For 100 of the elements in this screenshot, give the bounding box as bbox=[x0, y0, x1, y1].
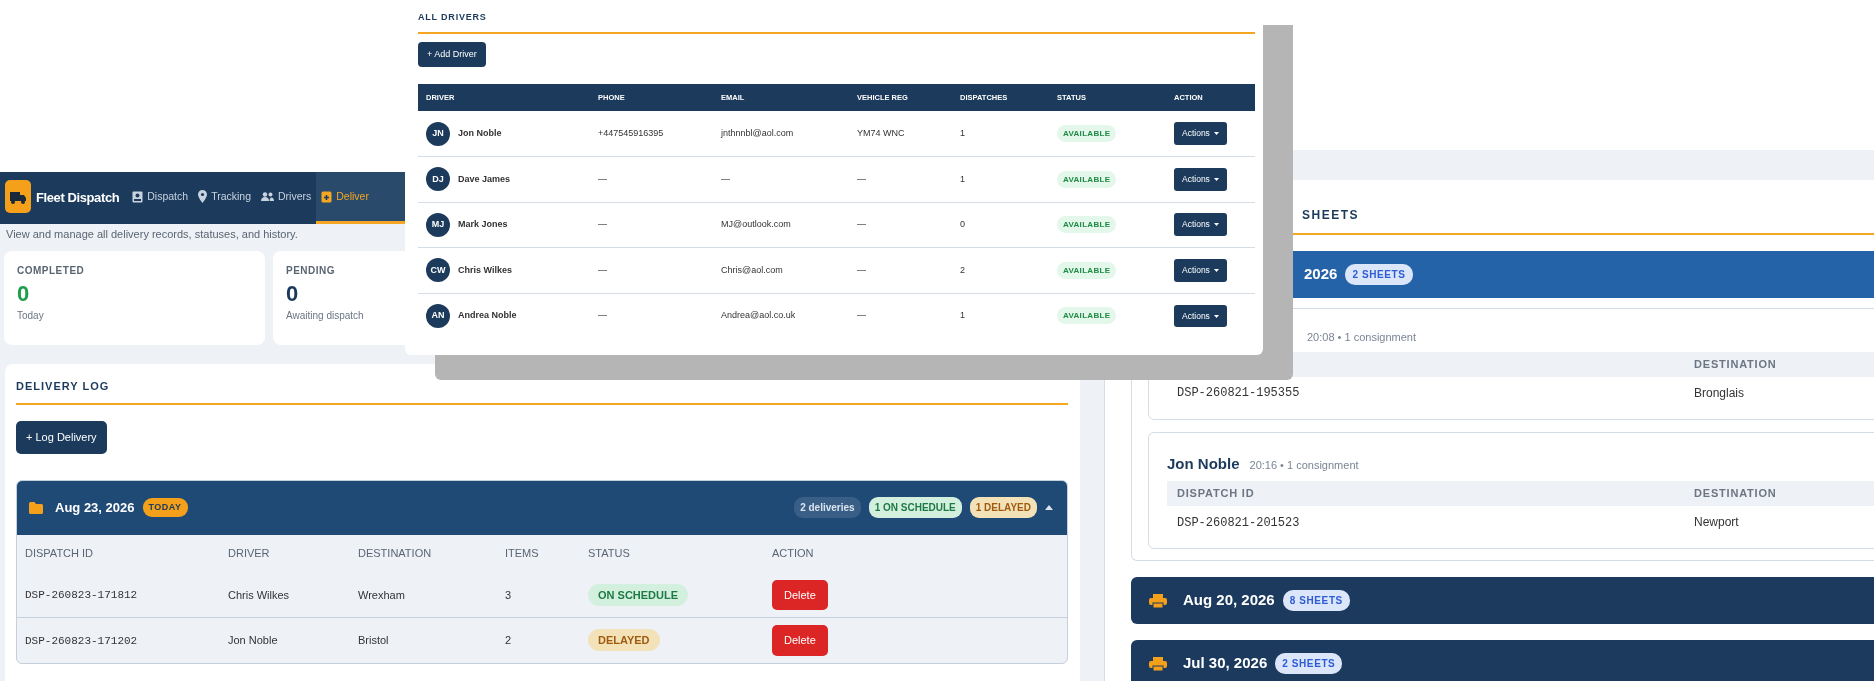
caret-icon bbox=[1213, 132, 1219, 135]
people-icon bbox=[261, 192, 274, 201]
group-date: Aug 20, 2026 bbox=[1183, 590, 1275, 611]
actions-button[interactable]: Actions bbox=[1174, 167, 1227, 191]
group-header[interactable]: Aug 23, 2026 TODAY 2 deliveries 1 ON SCHEDULE 1 DELAYED bbox=[17, 480, 1067, 535]
table-cell: jnthnnbl@aol.com bbox=[721, 127, 794, 138]
section-title: ALL DRIVERS bbox=[418, 0, 1255, 34]
table-cell: Newport bbox=[1694, 515, 1739, 529]
delete-button[interactable]: Delete bbox=[772, 579, 828, 610]
avatar: CW bbox=[426, 258, 450, 283]
today-badge: TODAY bbox=[142, 497, 188, 518]
caret-icon bbox=[1213, 268, 1219, 272]
sheet-count-badge: 8 SHEETS bbox=[1282, 590, 1350, 611]
status-pill: DELAYED bbox=[588, 629, 660, 651]
table-cell: — bbox=[857, 173, 866, 184]
column-header: ACTION bbox=[771, 546, 815, 562]
status-pill: ON SCHEDULE bbox=[588, 583, 689, 606]
status-pill: AVAILABLE bbox=[1057, 307, 1117, 325]
summary-badge: 2 deliveries bbox=[794, 497, 861, 518]
caret-up-icon bbox=[1045, 505, 1053, 510]
group-header[interactable]: Jul 30, 2026 2 SHEETS bbox=[1131, 640, 1874, 681]
status-pill: AVAILABLE bbox=[1057, 124, 1117, 142]
table-cell: 2 bbox=[505, 634, 512, 646]
table-cell: Wrexham bbox=[358, 588, 405, 601]
nav-tab[interactable]: Deliver bbox=[316, 172, 405, 224]
column-header: DISPATCH ID bbox=[1177, 487, 1255, 500]
group-header[interactable]: Aug 20, 2026 8 SHEETS bbox=[1131, 577, 1874, 624]
folder-icon bbox=[29, 501, 43, 514]
table-cell: Jon Noble bbox=[228, 634, 278, 646]
table-cell: — bbox=[721, 173, 730, 184]
column-header: DISPATCH ID bbox=[24, 546, 95, 562]
summary-badge: 1 ON SCHEDULE bbox=[868, 497, 962, 518]
stat-caption: Awaiting dispatch bbox=[286, 309, 364, 321]
table-cell: — bbox=[857, 219, 866, 229]
brand-name: Fleet Dispatch bbox=[36, 189, 120, 208]
driver-name: Dave James bbox=[458, 172, 511, 186]
table-cell: — bbox=[598, 219, 607, 229]
table-cell: Andrea@aol.co.uk bbox=[721, 310, 796, 321]
nav-tab[interactable]: Drivers bbox=[256, 172, 317, 224]
sheet-count-badge: 2 SHEETS bbox=[1345, 264, 1413, 285]
dispatch-id: DSP-260823-171202 bbox=[25, 634, 138, 647]
printer-icon bbox=[1149, 656, 1167, 671]
avatar: MJ bbox=[426, 212, 450, 237]
driver-name: Jon Noble bbox=[1167, 453, 1240, 474]
table-cell: 3 bbox=[505, 588, 512, 601]
dispatch-id: DSP-260821-195355 bbox=[1177, 386, 1300, 400]
table-cell: — bbox=[857, 264, 866, 275]
group-date: 2026 bbox=[1304, 264, 1338, 285]
box-icon bbox=[321, 190, 333, 203]
column-header: ITEMS bbox=[504, 546, 540, 562]
actions-button[interactable]: Actions bbox=[1174, 258, 1227, 282]
actions-button[interactable]: Actions bbox=[1174, 122, 1227, 145]
section-title: SHEETS bbox=[1302, 208, 1359, 222]
table-cell: Bronglais bbox=[1694, 385, 1745, 400]
table-cell: Bristol bbox=[358, 634, 389, 646]
nav-tab[interactable]: Tracking bbox=[193, 172, 256, 224]
table-cell: YM74 WNC bbox=[857, 127, 905, 138]
driver-name: Jon Noble bbox=[458, 126, 502, 140]
table-cell: Chris@aol.com bbox=[721, 264, 783, 275]
group-date: Jul 30, 2026 bbox=[1183, 653, 1268, 674]
status-pill: AVAILABLE bbox=[1057, 170, 1117, 188]
log-delivery-button[interactable]: + Log Delivery bbox=[16, 421, 107, 454]
dispatch-id: DSP-260823-171812 bbox=[25, 589, 138, 601]
column-header: STATUS bbox=[587, 546, 631, 562]
table-cell: — bbox=[857, 310, 866, 321]
caret-icon bbox=[1213, 223, 1219, 227]
table-cell: 1 bbox=[960, 127, 965, 138]
driver-name: Andrea Noble bbox=[458, 309, 517, 323]
table-cell: 2 bbox=[960, 264, 965, 275]
avatar: AN bbox=[426, 304, 450, 328]
group-date: Aug 23, 2026 bbox=[55, 498, 135, 517]
avatar: JN bbox=[426, 121, 450, 146]
section-title: DELIVERY LOG bbox=[16, 377, 1068, 405]
stat-value: 0 bbox=[286, 280, 299, 306]
actions-button[interactable]: Actions bbox=[1174, 304, 1227, 328]
table-cell: 1 bbox=[960, 310, 965, 321]
id-card-icon bbox=[132, 190, 144, 203]
table-cell: — bbox=[598, 310, 607, 321]
driver-name: Chris Wilkes bbox=[458, 263, 512, 277]
avatar: DJ bbox=[426, 167, 450, 192]
page-subtitle: View and manage all delivery records, statuses, and history. bbox=[6, 228, 298, 240]
sheet-count-badge: 2 SHEETS bbox=[1275, 653, 1343, 674]
stat-label: PENDING bbox=[286, 264, 336, 276]
delete-button[interactable]: Delete bbox=[772, 625, 828, 656]
printer-icon bbox=[1149, 593, 1167, 608]
table-cell: — bbox=[598, 264, 607, 275]
stat-caption: Today bbox=[17, 309, 44, 321]
table-cell: Chris Wilkes bbox=[228, 588, 290, 601]
table-cell: +447545916395 bbox=[598, 127, 664, 138]
column-header: DESTINATION bbox=[357, 546, 433, 562]
caret-icon bbox=[1213, 314, 1219, 318]
map-pin-icon bbox=[198, 190, 208, 203]
add-driver-button[interactable]: + Add Driver bbox=[418, 41, 486, 67]
nav-tab[interactable]: Dispatch bbox=[127, 172, 194, 224]
column-header: DESTINATION bbox=[1694, 487, 1777, 500]
stat-value: 0 bbox=[17, 280, 30, 306]
status-pill: AVAILABLE bbox=[1057, 216, 1117, 233]
table-cell: 0 bbox=[960, 219, 965, 229]
actions-button[interactable]: Actions bbox=[1174, 213, 1227, 237]
table-cell: MJ@outlook.com bbox=[721, 219, 791, 229]
